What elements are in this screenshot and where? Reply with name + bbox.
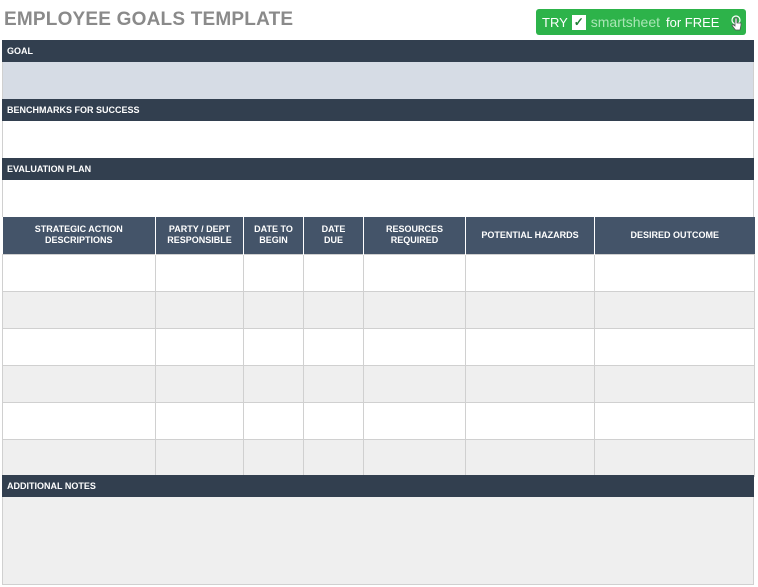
- column-header-label: STRATEGIC ACTION: [34, 224, 123, 235]
- table-cell[interactable]: [2, 438, 156, 477]
- promo-brand-label: smartsheet: [590, 14, 661, 30]
- table-cell[interactable]: [594, 401, 755, 440]
- table-cell[interactable]: [594, 327, 755, 366]
- table-cell[interactable]: [465, 327, 595, 366]
- table-header-row: STRATEGIC ACTION DESCRIPTIONS PARTY / DEPT…: [2, 217, 755, 254]
- table-cell[interactable]: [303, 438, 364, 477]
- table-cell[interactable]: [243, 253, 304, 292]
- column-header-label: RESPONSIBLE: [167, 235, 232, 246]
- promo-try-label: TRY: [542, 14, 568, 30]
- evaluation-plan-field[interactable]: [2, 180, 754, 217]
- table-cell[interactable]: [155, 327, 244, 366]
- table-cell[interactable]: [363, 253, 466, 292]
- try-smartsheet-button[interactable]: TRY ✓ smartsheet for FREE: [536, 9, 746, 35]
- table-cell[interactable]: [155, 364, 244, 403]
- column-header-label: BEGIN: [259, 235, 288, 246]
- table-cell[interactable]: [2, 364, 156, 403]
- table-cell[interactable]: [594, 290, 755, 329]
- table-cell[interactable]: [303, 401, 364, 440]
- column-header: STRATEGIC ACTION DESCRIPTIONS: [2, 217, 156, 254]
- column-header: POTENTIAL HAZARDS: [465, 217, 595, 254]
- column-header-label: PARTY / DEPT: [168, 224, 231, 235]
- hand-pointer-icon: [731, 15, 742, 31]
- table-cell[interactable]: [243, 438, 304, 477]
- table-row: [2, 401, 755, 440]
- table-cell[interactable]: [465, 438, 595, 477]
- table-row: [2, 327, 755, 366]
- column-header-label: DESIRED OUTCOME: [630, 229, 719, 240]
- action-plan-table: STRATEGIC ACTION DESCRIPTIONS PARTY / DEPT…: [2, 217, 755, 477]
- table-cell[interactable]: [243, 364, 304, 403]
- table-cell[interactable]: [594, 438, 755, 477]
- table-cell[interactable]: [243, 327, 304, 366]
- column-header-label: RESOURCES: [385, 224, 443, 235]
- goal-header: GOAL: [2, 40, 754, 62]
- additional-notes-field[interactable]: [2, 497, 754, 585]
- table-row: [2, 364, 755, 403]
- additional-notes-header: ADDITIONAL NOTES: [2, 475, 754, 497]
- table-cell[interactable]: [155, 290, 244, 329]
- evaluation-plan-header: EVALUATION PLAN: [2, 158, 754, 180]
- table-cell[interactable]: [363, 401, 466, 440]
- table-cell[interactable]: [243, 401, 304, 440]
- benchmarks-field[interactable]: [2, 121, 754, 158]
- column-header-label: DATE TO: [254, 224, 293, 235]
- table-cell[interactable]: [303, 327, 364, 366]
- table-cell[interactable]: [594, 364, 755, 403]
- table-cell[interactable]: [2, 401, 156, 440]
- column-header: DATE DUE: [303, 217, 364, 254]
- table-cell[interactable]: [2, 253, 156, 292]
- table-row: [2, 438, 755, 477]
- table-cell[interactable]: [363, 364, 466, 403]
- column-header-label: REQUIRED: [390, 235, 439, 246]
- table-cell[interactable]: [2, 290, 156, 329]
- table-cell[interactable]: [465, 253, 595, 292]
- column-header-label: POTENTIAL HAZARDS: [481, 229, 579, 240]
- table-cell[interactable]: [2, 327, 156, 366]
- table-cell[interactable]: [363, 438, 466, 477]
- column-header-label: DUE: [323, 235, 343, 246]
- table-cell[interactable]: [465, 364, 595, 403]
- table-cell[interactable]: [465, 401, 595, 440]
- column-header: DATE TO BEGIN: [243, 217, 304, 254]
- column-header-label: DESCRIPTIONS: [44, 235, 113, 246]
- table-cell[interactable]: [363, 290, 466, 329]
- column-header: RESOURCES REQUIRED: [363, 217, 466, 254]
- table-body: [2, 253, 755, 477]
- benchmarks-header: BENCHMARKS FOR SUCCESS: [2, 99, 754, 121]
- column-header-label: DATE: [321, 224, 346, 235]
- goal-field[interactable]: [2, 62, 754, 99]
- table-cell[interactable]: [155, 401, 244, 440]
- table-cell[interactable]: [594, 253, 755, 292]
- page-title: EMPLOYEE GOALS TEMPLATE: [4, 9, 294, 30]
- table-cell[interactable]: [155, 438, 244, 477]
- column-header: DESIRED OUTCOME: [594, 217, 755, 254]
- table-cell[interactable]: [155, 253, 244, 292]
- table-cell[interactable]: [303, 290, 364, 329]
- table-cell[interactable]: [303, 253, 364, 292]
- column-header: PARTY / DEPT RESPONSIBLE: [155, 217, 244, 254]
- table-row: [2, 253, 755, 292]
- promo-free-label: for FREE: [666, 14, 720, 30]
- table-row: [2, 290, 755, 329]
- table-cell[interactable]: [363, 327, 466, 366]
- table-cell[interactable]: [243, 290, 304, 329]
- table-cell[interactable]: [465, 290, 595, 329]
- check-icon: ✓: [571, 14, 586, 30]
- table-cell[interactable]: [303, 364, 364, 403]
